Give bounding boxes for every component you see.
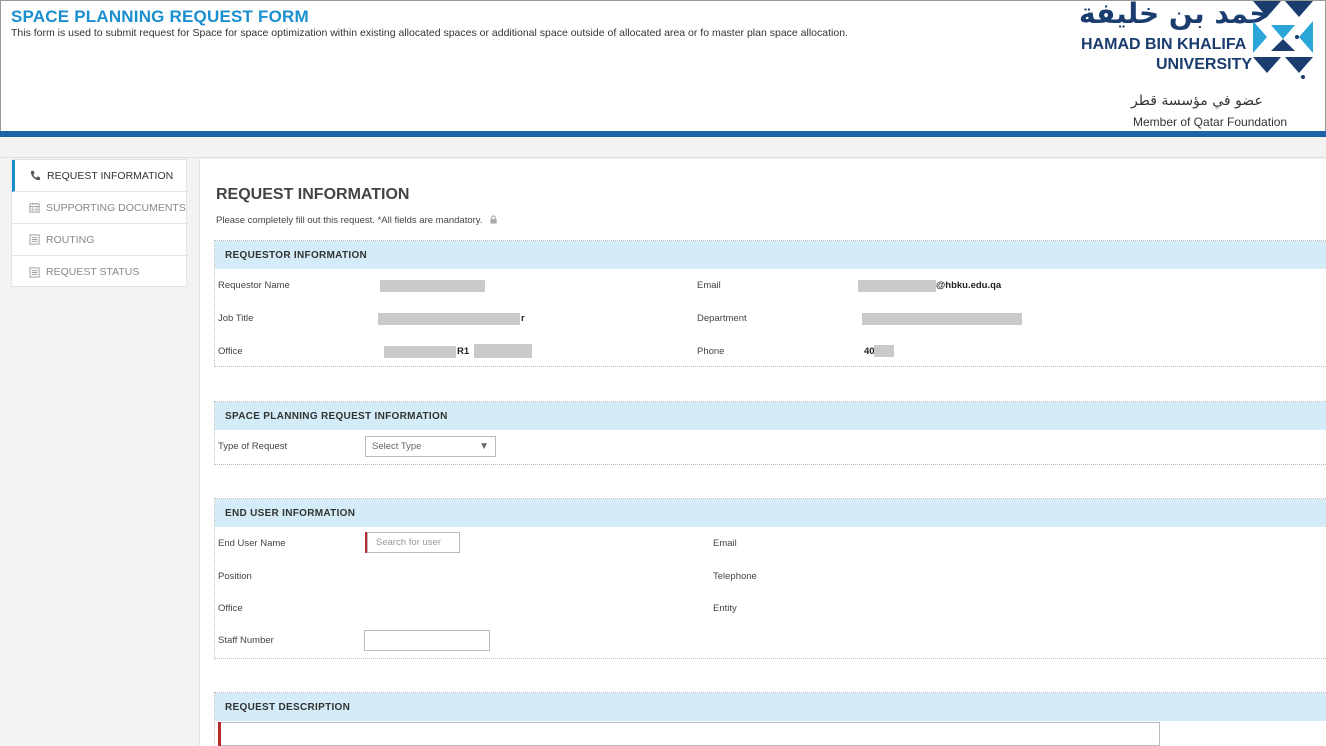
sidebar-item-routing[interactable]: ROUTING [12,224,188,256]
section-heading: SPACE PLANNING REQUEST INFORMATION [215,402,1326,430]
sidebar-item-request-information[interactable]: REQUEST INFORMATION [12,160,188,192]
redacted-value [380,280,485,292]
logo-english-line1: HAMAD BIN KHALIFA [1081,36,1247,53]
sidebar-item-supporting-documents[interactable]: SUPPORTING DOCUMENTS [12,192,188,224]
redacted-value [474,344,532,358]
request-description-textarea[interactable] [218,722,1160,746]
sidebar-item-label: REQUEST STATUS [46,266,140,278]
toolbar-strip [0,137,1326,158]
phone-value: 40 [864,346,875,357]
instructions-text: Please completely fill out this request.… [216,215,483,226]
office-label: Office [218,346,243,357]
entity-label: Entity [713,603,737,614]
form-title: SPACE PLANNING REQUEST FORM [11,7,309,26]
phone-label: Phone [697,346,725,357]
hbku-logo-icon [1253,1,1313,79]
section-heading: REQUEST DESCRIPTION [215,693,1326,721]
requestor-name-label: Requestor Name [218,280,290,291]
sidebar-item-label: REQUEST INFORMATION [47,169,174,182]
form-icon [28,266,40,278]
redacted-value [384,346,456,358]
job-title-label: Job Title [218,313,254,324]
end-user-email-label: Email [713,538,737,549]
telephone-label: Telephone [713,571,757,582]
logo-english-line2: UNIVERSITY [1156,56,1253,73]
section-heading: END USER INFORMATION [215,499,1326,527]
phone-icon [29,170,41,182]
sidebar-item-label: ROUTING [46,233,95,246]
email-value: @hbku.edu.qa [936,280,1002,291]
position-label: Position [218,571,252,582]
required-marker [218,722,221,746]
form-description: This form is used to submit request for … [11,27,848,39]
select-value: Select Type [372,441,422,452]
logo-arabic-text: حمد بن خليفة [1079,0,1270,30]
end-user-office-label: Office [218,603,243,614]
staff-number-label: Staff Number [218,635,274,646]
qatar-foundation-arabic: عضو في مؤسسة قطر [1131,93,1263,109]
dropdown-arrow-icon: ▼ [479,441,489,452]
redacted-value [378,313,520,325]
page-title: REQUEST INFORMATION [216,186,410,203]
redacted-value [858,280,936,292]
user-search-input[interactable]: Search for user [367,532,460,553]
type-of-request-select[interactable]: Select Type ▼ [365,436,496,457]
office-value: R1 [457,346,470,357]
form-instructions: Please completely fill out this request.… [216,215,498,226]
page-header: SPACE PLANNING REQUEST FORM This form is… [0,0,1326,131]
requestor-information-section: REQUESTOR INFORMATION [214,240,1326,367]
redacted-value [862,313,1022,325]
qatar-foundation-english: Member of Qatar Foundation [1133,115,1288,129]
redacted-value [874,345,894,357]
section-heading: REQUESTOR INFORMATION [215,241,1326,269]
sidebar-item-request-status[interactable]: REQUEST STATUS [12,256,188,288]
job-title-value: r [521,313,525,324]
email-label: Email [697,280,721,291]
sidebar-nav: REQUEST INFORMATION SUPPORTING DOCUMENTS… [11,159,188,288]
department-label: Department [697,313,747,324]
type-of-request-label: Type of Request [218,441,288,452]
staff-number-input[interactable] [364,630,490,651]
end-user-name-label: End User Name [218,538,286,549]
calendar-icon [28,202,40,214]
form-icon [28,234,40,246]
lock-icon [490,215,497,224]
sidebar-item-label: SUPPORTING DOCUMENTS [46,201,186,214]
